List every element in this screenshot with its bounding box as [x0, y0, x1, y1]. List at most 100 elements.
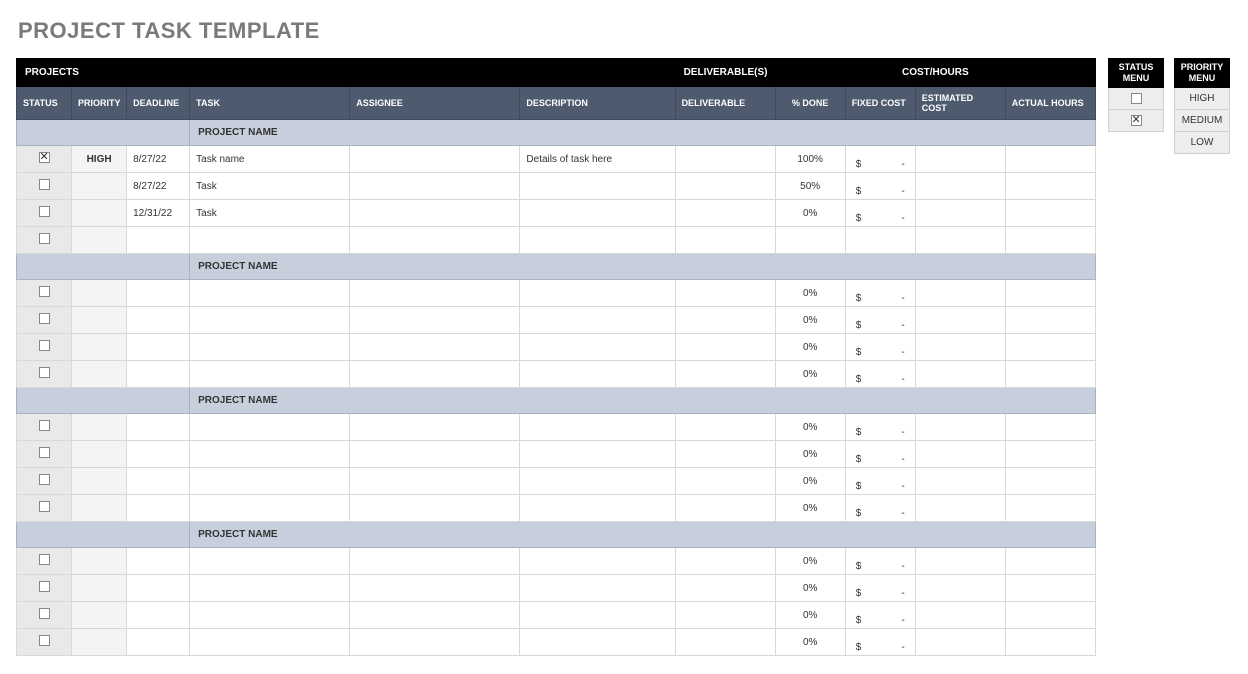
pctdone-cell[interactable]: 0% [775, 280, 845, 307]
checkbox-icon[interactable] [39, 554, 50, 565]
actualhours-cell[interactable] [1005, 307, 1095, 334]
deliverable-cell[interactable] [675, 173, 775, 200]
task-cell[interactable]: Task [190, 200, 350, 227]
description-cell[interactable] [520, 629, 675, 656]
deliverable-cell[interactable] [675, 575, 775, 602]
checkbox-icon[interactable] [39, 313, 50, 324]
description-cell[interactable] [520, 468, 675, 495]
estimatedcost-cell[interactable] [915, 495, 1005, 522]
actualhours-cell[interactable] [1005, 441, 1095, 468]
fixedcost-cell[interactable]: $- [845, 200, 915, 227]
pctdone-cell[interactable]: 0% [775, 468, 845, 495]
actualhours-cell[interactable] [1005, 200, 1095, 227]
deliverable-cell[interactable] [675, 495, 775, 522]
priority-cell[interactable]: HIGH [72, 146, 127, 173]
estimatedcost-cell[interactable] [915, 629, 1005, 656]
pctdone-cell[interactable]: 100% [775, 146, 845, 173]
deadline-cell[interactable] [127, 468, 190, 495]
checkbox-icon[interactable] [39, 179, 50, 190]
actualhours-cell[interactable] [1005, 227, 1095, 254]
deadline-cell[interactable] [127, 307, 190, 334]
description-cell[interactable] [520, 173, 675, 200]
assignee-cell[interactable] [350, 200, 520, 227]
status-cell[interactable] [17, 280, 72, 307]
description-cell[interactable] [520, 414, 675, 441]
status-cell[interactable] [17, 602, 72, 629]
task-cell[interactable]: Task name [190, 146, 350, 173]
task-cell[interactable] [190, 468, 350, 495]
assignee-cell[interactable] [350, 146, 520, 173]
task-cell[interactable] [190, 441, 350, 468]
task-cell[interactable] [190, 495, 350, 522]
description-cell[interactable] [520, 280, 675, 307]
status-cell[interactable] [17, 227, 72, 254]
deliverable-cell[interactable] [675, 441, 775, 468]
assignee-cell[interactable] [350, 495, 520, 522]
estimatedcost-cell[interactable] [915, 334, 1005, 361]
checkbox-icon[interactable] [39, 501, 50, 512]
priority-cell[interactable] [72, 548, 127, 575]
status-cell[interactable] [17, 468, 72, 495]
description-cell[interactable] [520, 495, 675, 522]
estimatedcost-cell[interactable] [915, 227, 1005, 254]
description-cell[interactable] [520, 548, 675, 575]
fixedcost-cell[interactable]: $- [845, 468, 915, 495]
task-cell[interactable] [190, 334, 350, 361]
pctdone-cell[interactable]: 0% [775, 414, 845, 441]
deliverable-cell[interactable] [675, 200, 775, 227]
assignee-cell[interactable] [350, 280, 520, 307]
checkbox-icon[interactable] [39, 340, 50, 351]
assignee-cell[interactable] [350, 441, 520, 468]
assignee-cell[interactable] [350, 307, 520, 334]
deliverable-cell[interactable] [675, 334, 775, 361]
priority-cell[interactable] [72, 629, 127, 656]
assignee-cell[interactable] [350, 227, 520, 254]
assignee-cell[interactable] [350, 629, 520, 656]
priority-cell[interactable] [72, 602, 127, 629]
actualhours-cell[interactable] [1005, 602, 1095, 629]
actualhours-cell[interactable] [1005, 146, 1095, 173]
priority-cell[interactable] [72, 334, 127, 361]
project-name[interactable]: PROJECT NAME [190, 254, 1096, 280]
fixedcost-cell[interactable]: $- [845, 441, 915, 468]
status-menu-item[interactable] [1108, 88, 1164, 110]
priority-cell[interactable] [72, 575, 127, 602]
assignee-cell[interactable] [350, 575, 520, 602]
deadline-cell[interactable]: 12/31/22 [127, 200, 190, 227]
pctdone-cell[interactable]: 0% [775, 307, 845, 334]
status-cell[interactable] [17, 334, 72, 361]
estimatedcost-cell[interactable] [915, 307, 1005, 334]
status-cell[interactable] [17, 200, 72, 227]
actualhours-cell[interactable] [1005, 361, 1095, 388]
fixedcost-cell[interactable]: $- [845, 602, 915, 629]
pctdone-cell[interactable]: 0% [775, 495, 845, 522]
task-cell[interactable] [190, 307, 350, 334]
deliverable-cell[interactable] [675, 602, 775, 629]
status-cell[interactable] [17, 146, 72, 173]
deadline-cell[interactable] [127, 334, 190, 361]
assignee-cell[interactable] [350, 548, 520, 575]
pctdone-cell[interactable]: 0% [775, 575, 845, 602]
project-name[interactable]: PROJECT NAME [190, 120, 1096, 146]
deliverable-cell[interactable] [675, 280, 775, 307]
priority-cell[interactable] [72, 468, 127, 495]
priority-cell[interactable] [72, 227, 127, 254]
fixedcost-cell[interactable]: $- [845, 629, 915, 656]
estimatedcost-cell[interactable] [915, 146, 1005, 173]
fixedcost-cell[interactable]: $- [845, 173, 915, 200]
estimatedcost-cell[interactable] [915, 200, 1005, 227]
task-cell[interactable] [190, 629, 350, 656]
deliverable-cell[interactable] [675, 146, 775, 173]
estimatedcost-cell[interactable] [915, 173, 1005, 200]
deliverable-cell[interactable] [675, 629, 775, 656]
checkbox-icon[interactable] [39, 206, 50, 217]
estimatedcost-cell[interactable] [915, 548, 1005, 575]
fixedcost-cell[interactable]: $- [845, 146, 915, 173]
pctdone-cell[interactable]: 0% [775, 200, 845, 227]
checkbox-icon[interactable] [39, 581, 50, 592]
fixedcost-cell[interactable]: $- [845, 334, 915, 361]
pctdone-cell[interactable]: 0% [775, 602, 845, 629]
description-cell[interactable] [520, 200, 675, 227]
fixedcost-cell[interactable]: $- [845, 495, 915, 522]
checkbox-icon[interactable] [39, 474, 50, 485]
